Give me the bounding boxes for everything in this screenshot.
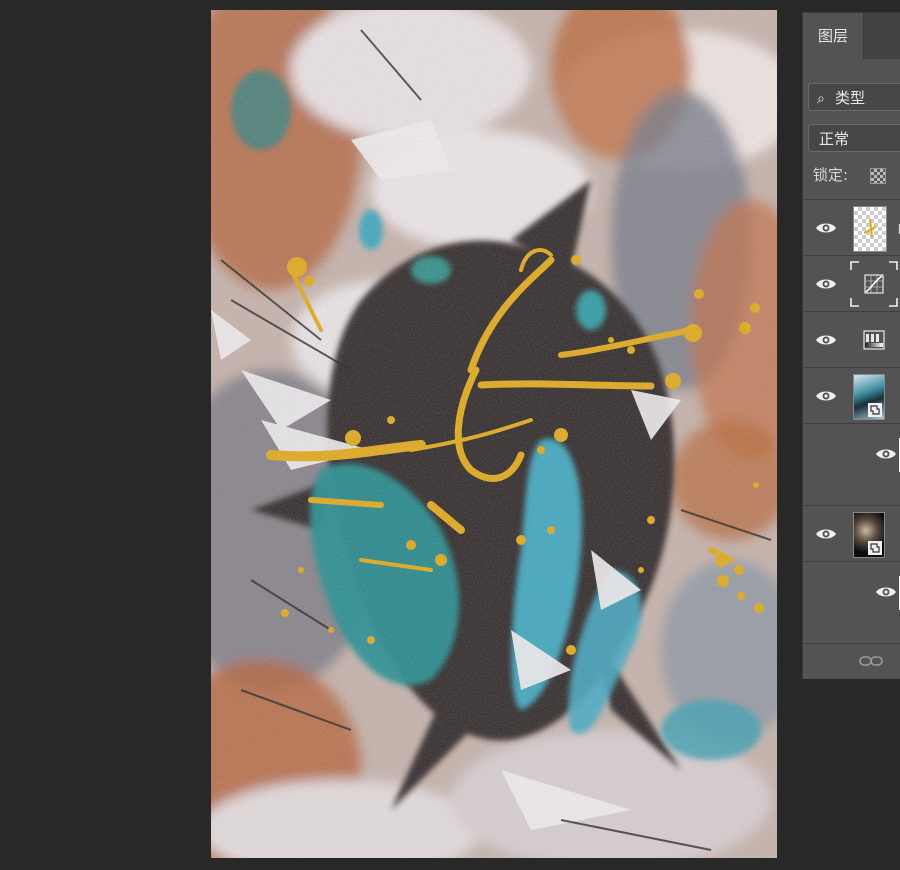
layer-row[interactable] bbox=[803, 367, 900, 424]
layer-row[interactable] bbox=[803, 423, 900, 480]
abstract-paint-artwork bbox=[211, 10, 777, 858]
tab-layers[interactable]: 图层 bbox=[803, 13, 864, 59]
eye-icon[interactable] bbox=[815, 332, 837, 348]
layer-filter-label: 类型 bbox=[835, 89, 866, 107]
layer-row[interactable]: 白 bbox=[803, 199, 900, 256]
layer-row-selected[interactable] bbox=[803, 255, 900, 312]
layer-row[interactable] bbox=[803, 311, 900, 368]
layer-thumbnail bbox=[853, 512, 885, 558]
layer-row[interactable] bbox=[803, 505, 900, 562]
eye-icon[interactable] bbox=[815, 220, 837, 236]
blend-mode-select[interactable]: 正常 bbox=[808, 124, 900, 152]
curves-icon bbox=[864, 274, 884, 294]
layer-row[interactable] bbox=[803, 561, 900, 618]
eye-icon[interactable] bbox=[815, 526, 837, 542]
lock-label: 锁定: bbox=[813, 166, 849, 184]
layer-thumbnail bbox=[853, 374, 885, 420]
panel-tab-strip: 图层 bbox=[803, 13, 900, 59]
layers-panel: 图层 ⌕ 类型 正常 锁定: 白 bbox=[802, 12, 900, 679]
eye-icon[interactable] bbox=[815, 276, 837, 292]
levels-icon bbox=[863, 330, 885, 350]
smart-object-icon bbox=[868, 541, 882, 555]
eye-icon[interactable] bbox=[815, 388, 837, 404]
smart-object-icon bbox=[868, 403, 882, 417]
transparency-lock-icon[interactable] bbox=[870, 168, 886, 184]
layer-filter-kind[interactable]: ⌕ 类型 bbox=[808, 83, 900, 111]
panel-bottom-toolbar bbox=[803, 643, 900, 679]
eye-icon[interactable] bbox=[875, 584, 897, 600]
link-icon[interactable] bbox=[859, 654, 883, 668]
layer-thumbnail-art bbox=[863, 218, 877, 238]
search-icon: ⌕ bbox=[817, 91, 825, 107]
document-canvas[interactable] bbox=[211, 10, 777, 858]
eye-icon[interactable] bbox=[875, 446, 897, 462]
layer-thumbnail bbox=[853, 206, 887, 252]
curves-adjustment-thumbnail bbox=[849, 260, 899, 308]
